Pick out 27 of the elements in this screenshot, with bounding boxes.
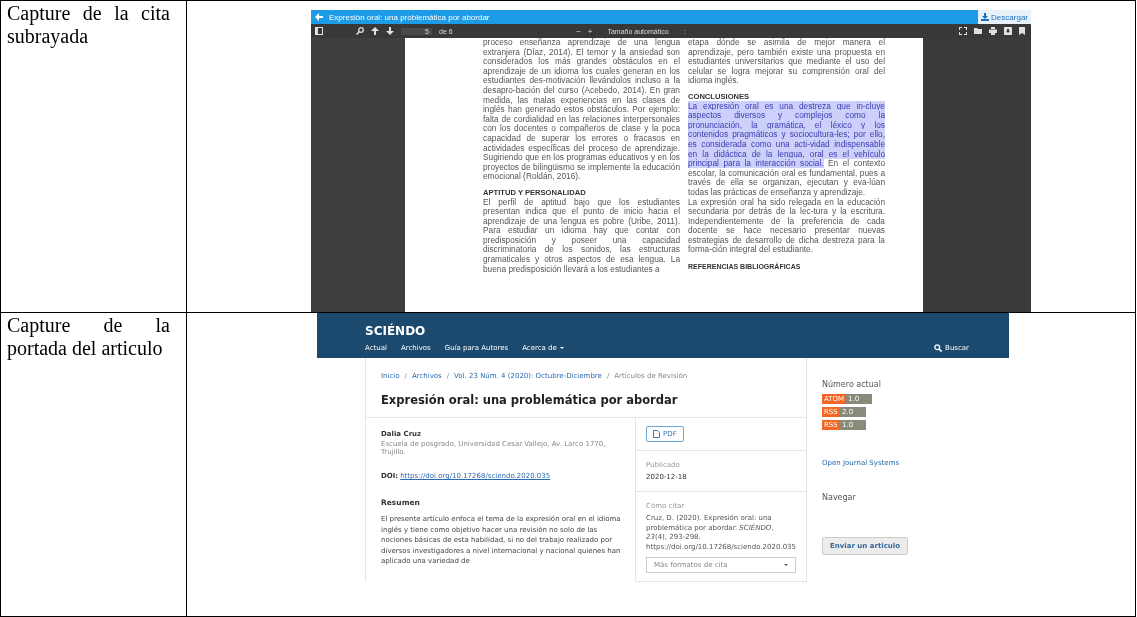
save-icon[interactable] — [1004, 27, 1012, 35]
document-title: Expresión oral: una problemática por abordar — [329, 12, 490, 22]
sidebar-heading: Navegar — [822, 493, 856, 502]
article-title: Expresión oral: una problemática por abordar — [381, 393, 679, 407]
zoom-in-button[interactable]: + — [587, 26, 593, 36]
row-label: Capture de la portada del articulo — [6, 313, 171, 360]
document-icon[interactable] — [653, 430, 660, 438]
print-icon[interactable] — [989, 27, 997, 35]
zoom-out-button[interactable]: − — [576, 26, 581, 36]
paragraph: etapa dónde se asimila de mejor manera el aprendizaje, pero también existe una propuesta en estudiantes universitarios que mediante el uso del celular se logra mejorar su comprensión oral del idioma inglés. — [688, 38, 885, 86]
paragraph: proceso enseñanza aprendizaje de una lengua extranjera (Díaz, 2014). El temor y la ansiedad son considerados los más grandes obstáculos en el aprendizaje de un idioma los cuales generan en los estudiantes des-motivación llevándolos incluso a la desapro-bación del curso (Acebedo, 2014). En gran medida, las malas experiencias en las clases de inglés han generado estos obstáculos. Por ejemplo: falta de cordialidad en las relaciones interpersonales con los docentes o compañeros de clase y la poca capacidad de superar los errores o fracasos en actividades específicas del proceso de aprendizaje. Sugiriendo que en los programas educativos y en los proyectos de bilingüismo se implemente la educación emocional (Roldán, 2016). — [483, 38, 680, 182]
download-button[interactable]: Descargar — [978, 10, 1031, 24]
folder-icon[interactable] — [974, 27, 982, 35]
paragraph: El perfil de aptitud bajo que los estudiantes presentan indica que el punto de inicio hacia el aprendizaje de una lengua es pobre (Uribe, 2011). Para estudiar un idioma hay que contar con predisposición y poseer una capacidad discriminatoria de los sonidos, las estructuras gramaticales y otros aspectos de esa lengua. La buena predisposición llevará a los estudiantes a — [483, 197, 680, 275]
down-arrow-icon[interactable] — [386, 27, 394, 35]
sidebar-heading: Número actual — [822, 380, 881, 389]
bookmark-icon[interactable] — [1019, 27, 1025, 35]
search-icon[interactable] — [934, 344, 943, 352]
paragraph: La expresión oral ha sido relegada en la educación secundaria por detrás de la lec-tura y la escritura. Independientemente de la preferencia de cada docente se hace necesario presentar nuevas estrategias de desarrollo de dicha destreza para la forma-ción integral del estudiante. — [688, 197, 885, 256]
site-logo: SCIÉNDO — [365, 324, 427, 338]
back-arrow-icon[interactable] — [315, 13, 323, 21]
download-icon[interactable] — [981, 13, 990, 21]
search-icon[interactable] — [356, 27, 364, 35]
sidebar-toggle-icon[interactable] — [315, 27, 323, 35]
row-label: Capture de la cita subrayada — [6, 1, 171, 48]
fullscreen-icon[interactable] — [959, 27, 967, 35]
up-arrow-icon[interactable] — [371, 27, 379, 35]
